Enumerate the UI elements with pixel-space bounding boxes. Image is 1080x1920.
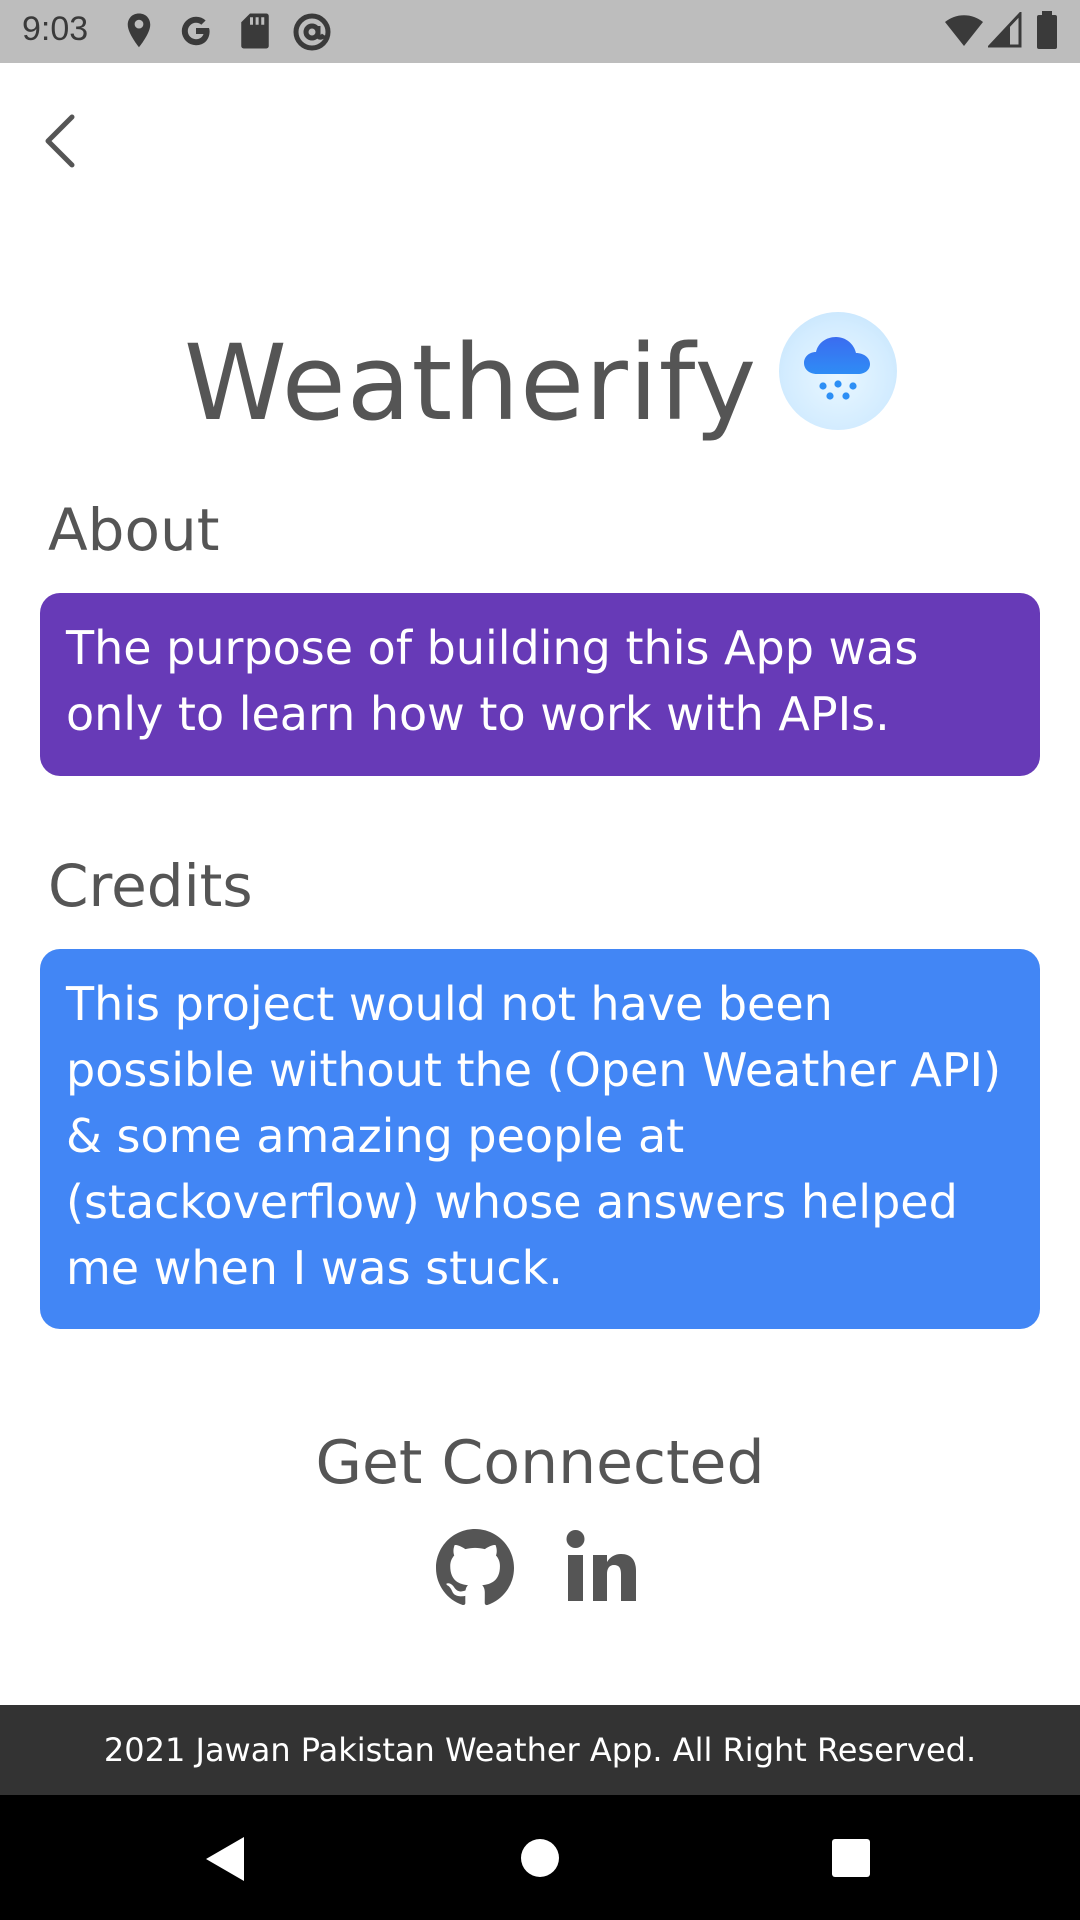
navigation-bar	[0, 1795, 1080, 1920]
social-links	[0, 1523, 1080, 1613]
credits-card: This project would not have been possibl…	[40, 949, 1040, 1329]
cloud-snow-icon	[804, 337, 870, 400]
linkedin-icon[interactable]	[566, 1527, 638, 1607]
google-icon	[181, 16, 210, 46]
status-bar: 9:03	[0, 0, 1080, 63]
about-screen: Weatherify About The purpose of building…	[0, 63, 1080, 1705]
github-icon[interactable]	[436, 1529, 514, 1607]
about-heading: About	[48, 496, 220, 564]
status-time: 9:03	[22, 10, 89, 48]
credits-text: This project would not have been possibl…	[66, 977, 1002, 1295]
battery-icon	[1037, 11, 1057, 49]
home-circle-icon[interactable]	[519, 1837, 561, 1879]
recents-square-icon[interactable]	[831, 1838, 871, 1878]
footer-text: 2021 Jawan Pakistan Weather App. All Rig…	[103, 1731, 977, 1769]
back-triangle-icon[interactable]	[204, 1835, 248, 1883]
at-sign-icon	[293, 13, 331, 51]
back-button[interactable]	[30, 101, 90, 181]
footer: 2021 Jawan Pakistan Weather App. All Rig…	[0, 1705, 1080, 1795]
app-title: Weatherify	[184, 322, 758, 444]
wifi-icon	[945, 15, 983, 47]
title-row: Weatherify	[0, 313, 1080, 453]
location-icon	[127, 13, 151, 48]
chevron-left-icon	[45, 114, 75, 168]
get-connected-heading: Get Connected	[315, 1428, 765, 1498]
credits-heading: Credits	[48, 852, 253, 920]
signal-icon	[988, 12, 1022, 48]
app-logo	[779, 312, 897, 430]
about-card: The purpose of building this App was onl…	[40, 593, 1040, 776]
about-text: The purpose of building this App was onl…	[66, 621, 919, 741]
sd-card-icon	[241, 13, 269, 49]
